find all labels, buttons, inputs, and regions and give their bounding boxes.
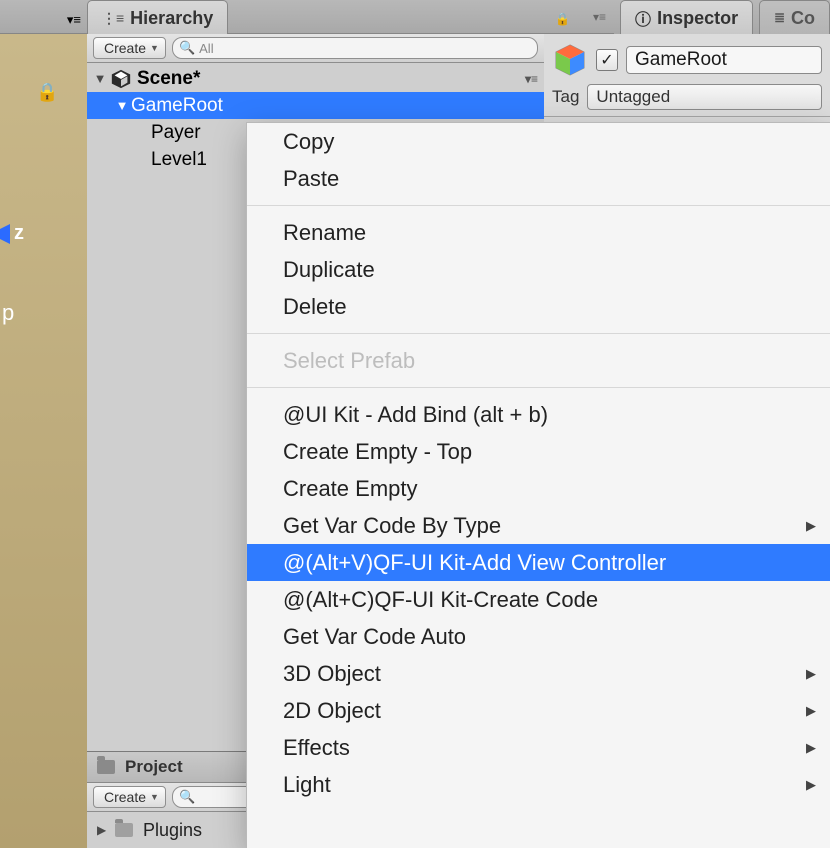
context-menu-item[interactable]: Copy bbox=[247, 123, 830, 160]
gameobject-icon[interactable] bbox=[552, 42, 588, 78]
tab-console-label: Co bbox=[791, 8, 815, 29]
scene-row[interactable]: ▼ Scene* ▾≡ bbox=[87, 65, 544, 92]
context-menu-item[interactable]: Duplicate bbox=[247, 251, 830, 288]
tab-console[interactable]: ≣ Co bbox=[759, 0, 830, 35]
search-icon: 🔍 bbox=[179, 40, 195, 56]
context-menu-item[interactable]: Light bbox=[247, 766, 830, 803]
context-menu-item[interactable]: @(Alt+V)QF-UI Kit-Add View Controller bbox=[247, 544, 830, 581]
gizmo-z-label: z bbox=[14, 222, 24, 245]
inspector-tag-row: Tag Untagged bbox=[544, 84, 830, 116]
hierarchy-item-label: Level1 bbox=[151, 149, 207, 171]
lock-icon: 🔒 bbox=[36, 82, 58, 103]
chevron-down-icon: ▼ bbox=[150, 43, 159, 53]
menu-separator bbox=[247, 387, 830, 388]
context-menu-item[interactable]: 3D Object bbox=[247, 655, 830, 692]
disclosure-arrow-icon[interactable]: ▼ bbox=[93, 71, 107, 86]
inspector-header: ✓ GameRoot bbox=[544, 34, 830, 84]
search-placeholder: All bbox=[199, 41, 213, 56]
tab-hierarchy-label: Hierarchy bbox=[130, 8, 213, 29]
disclosure-arrow-icon[interactable]: ▼ bbox=[115, 98, 129, 113]
unity-logo-icon bbox=[109, 68, 133, 90]
info-icon: ⓘ bbox=[635, 6, 651, 30]
create-button[interactable]: Create ▼ bbox=[93, 37, 166, 59]
hierarchy-toolbar: Create ▼ 🔍 All bbox=[87, 34, 544, 63]
context-menu-item[interactable]: Create Empty bbox=[247, 470, 830, 507]
context-menu-item[interactable]: Get Var Code By Type bbox=[247, 507, 830, 544]
context-menu-item[interactable]: Rename bbox=[247, 214, 830, 251]
tab-inspector[interactable]: ⓘ Inspector bbox=[620, 0, 753, 35]
tag-value: Untagged bbox=[596, 87, 670, 107]
context-menu-item[interactable]: Create Empty - Top bbox=[247, 433, 830, 470]
hierarchy-item-gameroot[interactable]: ▼ GameRoot bbox=[87, 92, 544, 119]
tab-hierarchy[interactable]: ⋮≡ Hierarchy bbox=[87, 0, 228, 35]
scene-view-edge: 🔒 z p bbox=[0, 34, 88, 848]
gizmo-persp-label: p bbox=[2, 300, 14, 326]
context-menu-item[interactable]: @UI Kit - Add Bind (alt + b) bbox=[247, 396, 830, 433]
create-button-label: Create bbox=[104, 40, 146, 56]
context-menu-item[interactable]: Paste bbox=[247, 160, 830, 197]
active-checkbox[interactable]: ✓ bbox=[596, 49, 618, 71]
hierarchy-item-label: Payer bbox=[151, 122, 201, 144]
gizmo-z-cone bbox=[0, 224, 10, 244]
hierarchy-search-input[interactable]: 🔍 All bbox=[172, 37, 538, 59]
search-icon: 🔍 bbox=[179, 789, 195, 805]
context-menu-item[interactable]: 2D Object bbox=[247, 692, 830, 729]
chevron-down-icon: ▼ bbox=[150, 792, 159, 802]
menu-separator bbox=[247, 205, 830, 206]
tag-dropdown[interactable]: Untagged bbox=[587, 84, 822, 110]
tabbar-filler-1: 🔒 ▾≡ bbox=[228, 0, 614, 34]
project-create-label: Create bbox=[104, 789, 146, 805]
checkmark-icon: ✓ bbox=[600, 50, 613, 70]
hierarchy-item-label: GameRoot bbox=[131, 95, 223, 117]
scene-label: Scene* bbox=[137, 68, 200, 90]
panel-menu-icon[interactable]: ▾≡ bbox=[593, 10, 606, 24]
project-item-label: Plugins bbox=[143, 820, 202, 841]
gameobject-name-value: GameRoot bbox=[635, 49, 727, 71]
context-menu-item: Select Prefab bbox=[247, 342, 830, 379]
gameobject-name-field[interactable]: GameRoot bbox=[626, 46, 822, 74]
project-tab-label: Project bbox=[125, 757, 183, 777]
menu-separator bbox=[247, 333, 830, 334]
panel-menu-icon[interactable]: ▾≡ bbox=[67, 12, 81, 28]
folder-icon bbox=[115, 823, 133, 837]
tag-label: Tag bbox=[552, 87, 579, 107]
hierarchy-icon: ⋮≡ bbox=[102, 10, 124, 27]
context-menu-item[interactable]: @(Alt+C)QF-UI Kit-Create Code bbox=[247, 581, 830, 618]
context-menu[interactable]: CopyPaste RenameDuplicateDelete Select Pre… bbox=[246, 122, 830, 848]
project-create-button[interactable]: Create ▼ bbox=[93, 786, 166, 808]
gizmo-z-axis[interactable]: z bbox=[0, 222, 24, 245]
tabbar-left-gap: ▾≡ bbox=[0, 0, 87, 34]
context-menu-item[interactable]: Get Var Code Auto bbox=[247, 618, 830, 655]
console-icon: ≣ bbox=[774, 10, 785, 26]
tab-inspector-label: Inspector bbox=[657, 8, 738, 29]
disclosure-arrow-icon[interactable]: ▶ bbox=[97, 823, 109, 837]
row-menu-icon[interactable]: ▾≡ bbox=[525, 72, 538, 86]
lock-icon[interactable]: 🔒 bbox=[555, 12, 570, 26]
folder-icon bbox=[97, 760, 115, 774]
context-menu-item[interactable]: Effects bbox=[247, 729, 830, 766]
context-menu-item[interactable]: Delete bbox=[247, 288, 830, 325]
window-tabbar: ▾≡ ⋮≡ Hierarchy 🔒 ▾≡ ⓘ Inspector ≣ Co bbox=[0, 0, 830, 34]
